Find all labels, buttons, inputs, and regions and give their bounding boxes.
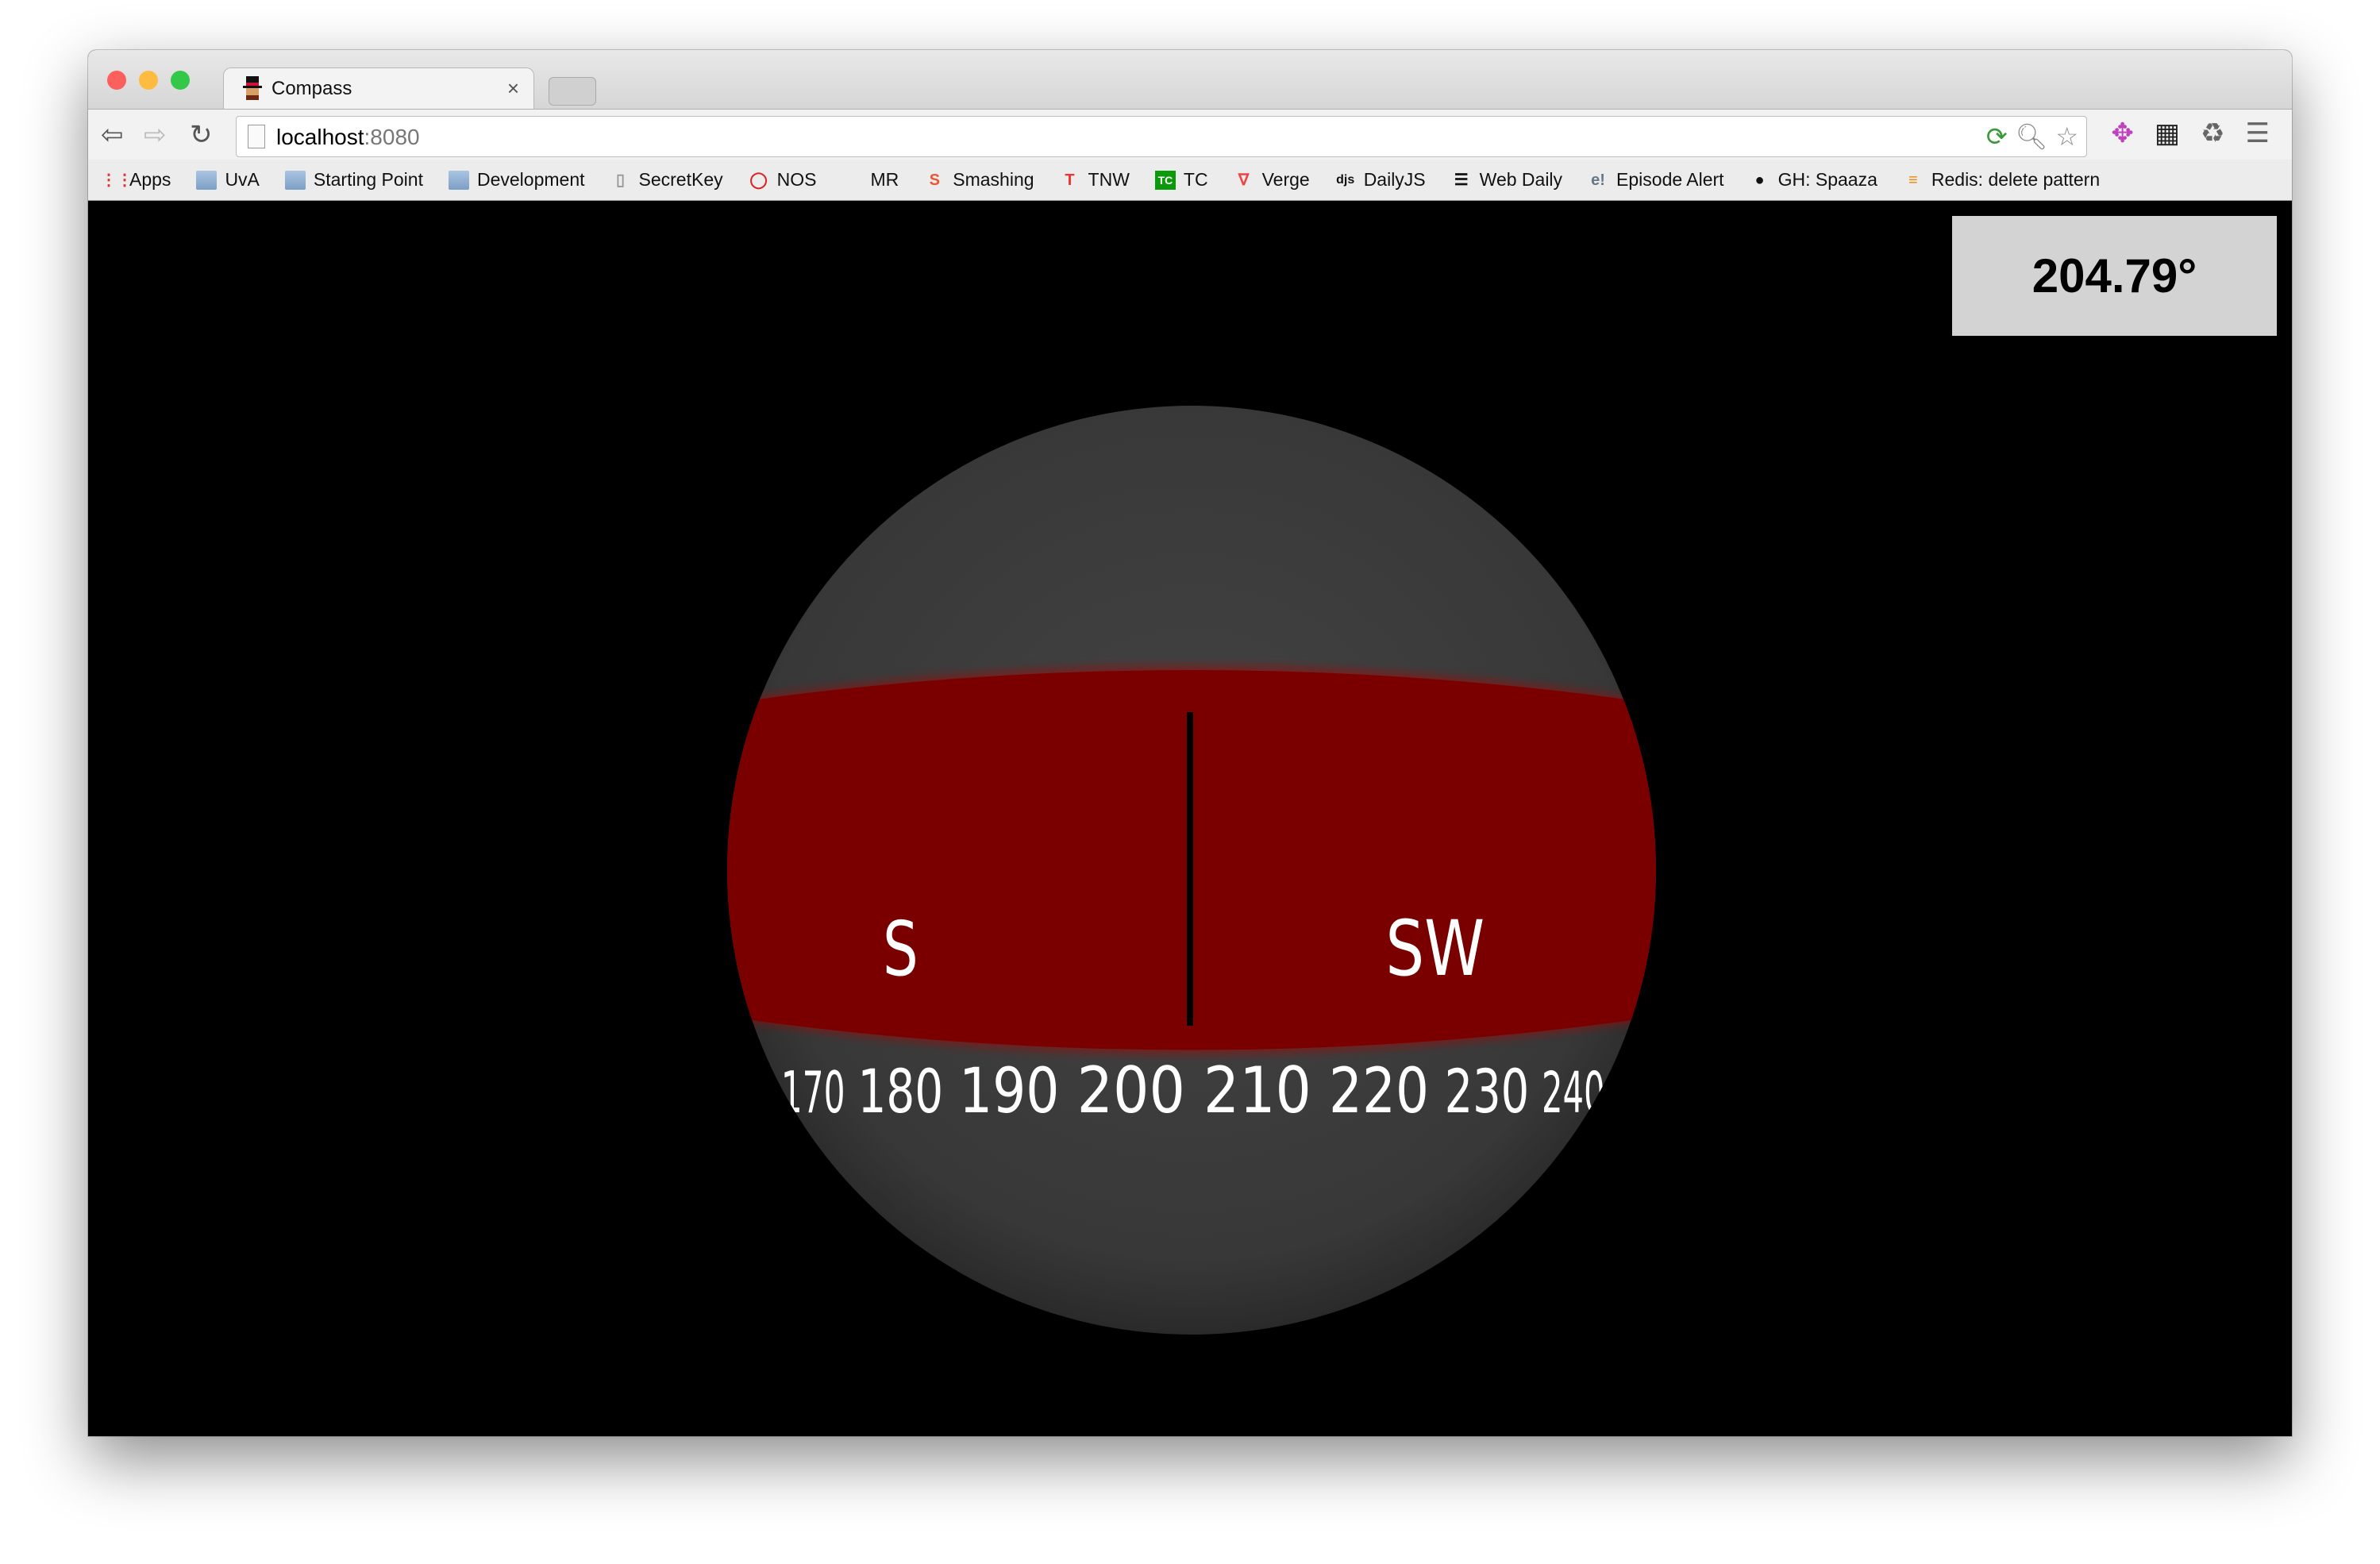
new-tab-button[interactable]: [549, 77, 596, 106]
tnw-icon: T: [1065, 171, 1075, 189]
bookmark-mr[interactable]: MR: [841, 169, 899, 191]
tab-compass[interactable]: Compass ×: [223, 67, 534, 110]
folder-icon: [284, 170, 306, 190]
dailyjs-icon: djs: [1336, 172, 1355, 187]
bookmark-label: Development: [476, 169, 585, 190]
techcrunch-icon: TC: [1154, 170, 1176, 190]
bookmark-label: Episode Alert: [1616, 169, 1724, 190]
heading-needle: [1187, 712, 1193, 1026]
tab-strip: Compass ×: [88, 50, 2292, 110]
compass-sphere: 150 160 170 180 190 200 210 220 230 240 250 260 S SW: [720, 406, 1663, 1335]
bookmark-label: GH: Spaaza: [1777, 169, 1877, 190]
verge-icon: ∇: [1238, 171, 1250, 189]
zoom-magnifier-icon[interactable]: 🔍︎: [2016, 121, 2048, 152]
tab-title: Compass: [272, 78, 352, 99]
sync-extension-icon[interactable]: ⟳: [1986, 121, 2008, 152]
tab-close-icon[interactable]: ×: [507, 76, 519, 101]
tick-label: 150: [720, 1068, 730, 1125]
recycle-icon[interactable]: ♻: [2201, 117, 2224, 149]
back-arrow-icon[interactable]: ⇦: [101, 119, 124, 151]
guardsman-favicon-icon: [243, 76, 262, 100]
bookmark-label: MR: [870, 169, 899, 190]
bookmark-label: Starting Point: [313, 169, 423, 190]
zoom-window-button[interactable]: [171, 71, 190, 90]
close-window-button[interactable]: [107, 71, 126, 90]
tick-label: 210: [1203, 1054, 1311, 1127]
tick-label: 240: [1542, 1061, 1605, 1127]
cardinal-label: S: [883, 906, 918, 993]
folder-icon: [448, 170, 469, 190]
browser-window: Compass × ⇦ ⇨ ↻ localhost:8080 ⟳ 🔍︎ ☆ ✥ …: [88, 50, 2292, 1436]
reload-icon[interactable]: ↻: [190, 119, 213, 151]
bookmark-redis-delete-pattern[interactable]: ≡ Redis: delete pattern: [1903, 169, 2100, 191]
list-icon: ☰: [1454, 171, 1469, 189]
github-icon: ●: [1754, 171, 1765, 189]
bookmark-label: Smashing: [953, 169, 1034, 190]
stackoverflow-icon: ≡: [1908, 171, 1918, 189]
bookmark-web-daily[interactable]: ☰ Web Daily: [1451, 169, 1562, 191]
bookmark-starting-point[interactable]: Starting Point: [284, 169, 423, 191]
tick-label: 180: [858, 1057, 944, 1127]
apple-icon: [841, 171, 862, 190]
bookmark-nos[interactable]: ◯ NOS: [749, 169, 817, 191]
menu-icon[interactable]: ☰: [2246, 117, 2270, 149]
window-resizer-icon[interactable]: ✥: [2111, 117, 2134, 149]
folder-icon: [196, 170, 218, 190]
bookmark-label: Verge: [1261, 169, 1310, 190]
cardinal-label: SW: [1385, 904, 1485, 993]
tick-label: 220: [1329, 1055, 1429, 1127]
tick-label: 160: [734, 1064, 772, 1126]
minimize-window-button[interactable]: [139, 71, 158, 90]
bookmark-dailyjs[interactable]: djs DailyJS: [1335, 169, 1426, 191]
bookmark-tc[interactable]: TC TC: [1154, 169, 1208, 191]
bookmark-label: TNW: [1088, 169, 1130, 190]
bookmark-uva[interactable]: UvA: [196, 169, 260, 191]
bookmark-smashing[interactable]: S Smashing: [924, 169, 1034, 191]
bookmark-label: NOS: [776, 169, 817, 190]
bookmark-label: TC: [1183, 169, 1208, 190]
bookmark-tnw[interactable]: T TNW: [1060, 169, 1130, 191]
bookmarks-bar: ⋮⋮ Apps UvA Starting Point Development ▯ Secre…: [88, 160, 2292, 201]
apps-grid-icon: ⋮⋮: [101, 171, 133, 189]
compass-page: 150 160 170 180 190 200 210 220 230 240 250 260 S SW …: [88, 201, 2292, 1436]
tick-label: 250: [1613, 1065, 1650, 1126]
bookmark-development[interactable]: Development: [448, 169, 585, 191]
bookmark-label: SecretKey: [638, 169, 723, 190]
tick-label: 230: [1445, 1057, 1530, 1127]
bookmark-episode-alert[interactable]: e! Episode Alert: [1588, 169, 1724, 191]
bookmark-label: DailyJS: [1363, 169, 1426, 190]
qr-code-icon[interactable]: ▦: [2155, 117, 2180, 149]
tick-label: 260: [1654, 1068, 1663, 1125]
bookmark-verge[interactable]: ∇ Verge: [1234, 169, 1310, 191]
address-bar[interactable]: localhost:8080 ⟳ 🔍︎ ☆: [236, 116, 2087, 157]
forward-arrow-icon[interactable]: ⇨: [144, 119, 167, 151]
heading-readout: 204.79°: [1952, 216, 2277, 336]
bookmark-label: Apps: [129, 169, 171, 190]
bookmark-label: UvA: [225, 169, 260, 190]
smashing-icon: S: [929, 171, 940, 189]
page-icon: [248, 125, 265, 148]
bookmark-gh-spaaza[interactable]: ● GH: Spaaza: [1750, 169, 1877, 191]
toolbar: ⇦ ⇨ ↻ localhost:8080 ⟳ 🔍︎ ☆ ✥ ▦ ♻ ☰: [88, 109, 2292, 160]
tick-label: 190: [959, 1054, 1059, 1127]
url-text: localhost:8080: [276, 125, 420, 149]
nos-icon: ◯: [749, 171, 768, 189]
bookmark-label: Web Daily: [1479, 169, 1563, 190]
bookmark-star-icon[interactable]: ☆: [2055, 121, 2078, 152]
tick-label: 200: [1077, 1054, 1185, 1127]
bookmark-apps[interactable]: ⋮⋮ Apps: [101, 169, 171, 191]
episode-alert-icon: e!: [1591, 171, 1605, 189]
tick-label: 170: [781, 1061, 845, 1127]
bookmark-label: Redis: delete pattern: [1931, 169, 2101, 190]
page-icon: ▯: [616, 171, 626, 189]
bookmark-secretkey[interactable]: ▯ SecretKey: [610, 169, 723, 191]
